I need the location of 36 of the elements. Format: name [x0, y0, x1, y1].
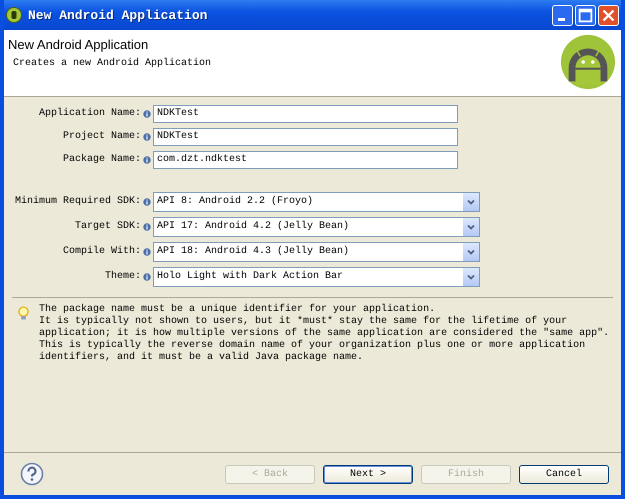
field-label: Application Name:	[38, 108, 141, 119]
window-title: New Android Application	[28, 8, 208, 22]
info-icon	[143, 156, 151, 164]
minimize-button[interactable]	[552, 4, 573, 26]
info-icon	[143, 132, 151, 140]
field-label: Project Name:	[62, 131, 141, 142]
text-field[interactable]: NDKTest	[153, 128, 458, 146]
dialog-button[interactable]: Cancel	[519, 464, 609, 484]
dropdown[interactable]: Holo Light with Dark Action Bar	[153, 266, 480, 286]
dropdown[interactable]: API 18: Android 4.3 (Jelly Bean)	[153, 242, 480, 262]
text-field[interactable]: com.dzt.ndktest	[153, 150, 458, 168]
minimize-icon	[558, 18, 565, 20]
page-subtitle: Creates a new Android Application	[13, 58, 212, 69]
text-field[interactable]: NDKTest	[153, 104, 458, 122]
page-title: New Android Application	[8, 37, 150, 52]
info-icon	[143, 222, 151, 230]
field-label: Target SDK:	[74, 221, 141, 232]
maximize-icon	[576, 6, 595, 24]
hint-text: The package name must be a unique identifier for your application. It is typically not shown to users, but it *must* stay the same for the lifetime of your application; it is how multiple versions of the same application are considered the "same app". This is typically the reverse domain name of your organization plus one or more application identifiers, and it must be a valid Java package name.	[39, 304, 610, 364]
close-button[interactable]	[598, 4, 619, 26]
info-icon	[143, 110, 151, 118]
android-logo-icon	[559, 33, 617, 91]
field-label: Compile With:	[62, 246, 141, 257]
dropdown[interactable]: API 17: Android 4.2 (Jelly Bean)	[153, 216, 480, 236]
field-label: Theme:	[104, 271, 141, 282]
info-icon	[143, 272, 151, 280]
dialog-button[interactable]: Next >	[323, 464, 413, 484]
info-icon	[143, 198, 151, 206]
maximize-button[interactable]	[575, 4, 596, 26]
android-icon	[6, 7, 22, 23]
lightbulb-icon	[18, 306, 29, 321]
dropdown[interactable]: API 8: Android 2.2 (Froyo)	[153, 192, 480, 212]
help-icon[interactable]	[20, 462, 44, 486]
info-icon	[143, 248, 151, 256]
field-label: Package Name:	[62, 154, 141, 165]
field-label: Minimum Required SDK:	[14, 196, 141, 207]
